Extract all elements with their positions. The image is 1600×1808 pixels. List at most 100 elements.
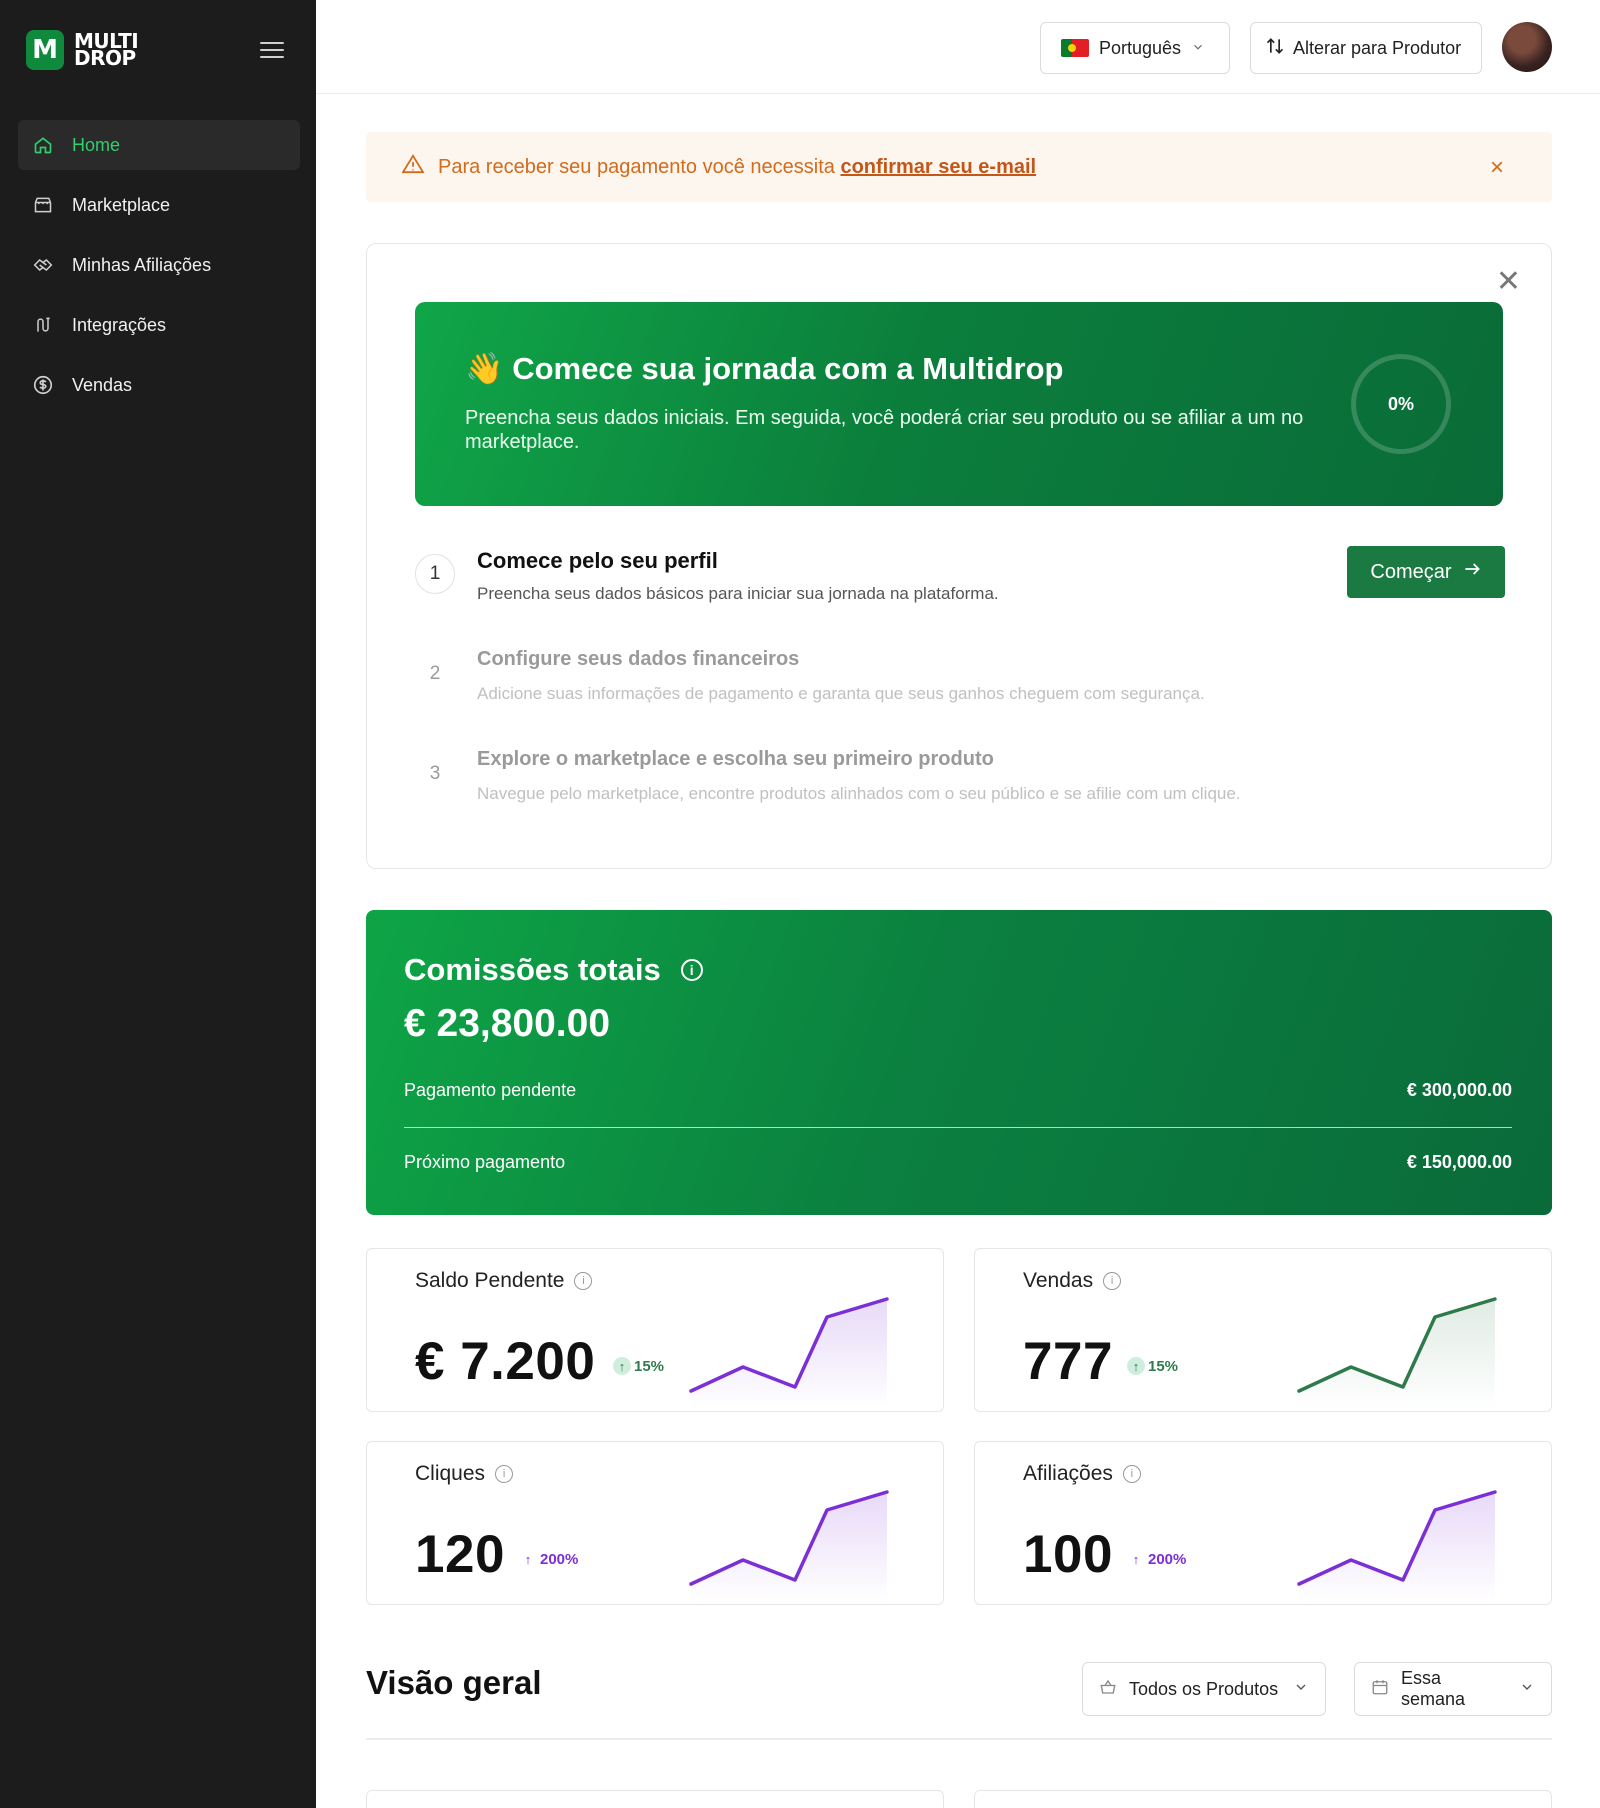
commissions-value: € 23,800.00 (404, 1002, 611, 1045)
close-icon[interactable]: ✕ (1496, 264, 1521, 299)
sidebar-item-label: Marketplace (72, 194, 171, 215)
swap-icon (1265, 36, 1285, 61)
language-label: Português (1099, 37, 1182, 58)
home-icon (32, 134, 54, 156)
step-number: 2 (429, 663, 441, 684)
sidebar-item-marketplace[interactable]: Marketplace (18, 180, 300, 230)
chevron-down-icon (1293, 1679, 1309, 1700)
stat-card-sales: Vendas i 777 ↑ 15% (974, 1248, 1552, 1412)
stat-value: 100 (1023, 1525, 1113, 1584)
confirm-email-link[interactable]: confirmar seu e-mail (840, 156, 1036, 178)
menu-toggle-icon[interactable] (260, 42, 284, 60)
stat-change: ↑ 15% (613, 1357, 664, 1375)
sidebar-item-home[interactable]: Home (18, 120, 300, 170)
plug-icon (32, 314, 54, 336)
portugal-flag-icon (1061, 39, 1089, 57)
step-description: Adicione suas informações de pagamento e… (477, 684, 1205, 703)
stat-change: ↑ 15% (1127, 1357, 1178, 1375)
overview-card-right (974, 1790, 1552, 1808)
info-icon[interactable]: i (680, 959, 703, 981)
start-label: Começar (1370, 560, 1452, 583)
logo-line-2: DROP (74, 46, 136, 70)
progress-value: 0% (1387, 393, 1414, 414)
arrow-up-icon: ↑ (524, 1551, 532, 1567)
sidebar-item-integrations[interactable]: Integrações (18, 300, 300, 350)
products-filter-label: Todos os Produtos (1129, 1678, 1279, 1699)
stat-value: 120 (415, 1525, 505, 1584)
stat-title: Afiliações i (1023, 1462, 1141, 1486)
commissions-card: Comissões totais i € 23,800.00 Pagamento… (366, 910, 1552, 1215)
commissions-title: Comissões totais i (404, 952, 703, 988)
stat-title: Cliques i (415, 1462, 514, 1486)
arrow-up-icon: ↑ (1132, 1551, 1140, 1567)
arrow-up-icon: ↑ (613, 1357, 631, 1375)
sidebar-item-label: Integrações (72, 314, 167, 335)
logo-mark: M (26, 30, 64, 70)
calendar-icon (1371, 1678, 1389, 1701)
topbar: Português Alterar para Produtor (316, 0, 1600, 94)
stat-card-clicks: Cliques i 120 ↑ 200% (366, 1441, 944, 1605)
onboarding-hero: 👋 Comece sua jornada com a Multidrop Pre… (415, 302, 1503, 506)
next-label: Próximo pagamento (404, 1152, 566, 1172)
step-description: Navegue pelo marketplace, encontre produ… (477, 784, 1241, 803)
pending-value: € 300,000.00 (1406, 1080, 1512, 1100)
info-icon[interactable]: i (1103, 1272, 1122, 1290)
stat-change-value: 200% (1148, 1550, 1187, 1568)
alert-text: Para receber seu pagamento você necessit… (438, 156, 1036, 179)
step-title: Explore o marketplace e escolha seu prim… (477, 748, 994, 770)
next-payment-row: Próximo pagamento € 150,000.00 (404, 1152, 1512, 1173)
avatar[interactable] (1502, 22, 1552, 72)
period-filter[interactable]: Essa semana (1354, 1662, 1552, 1716)
stat-change-value: 15% (1148, 1357, 1179, 1375)
info-icon[interactable]: i (1122, 1465, 1141, 1483)
onboarding-card: ✕ 👋 Comece sua jornada com a Multidrop P… (366, 243, 1552, 869)
sparkline (1297, 1490, 1497, 1602)
step-number: 1 (415, 554, 455, 594)
switch-label: Alterar para Produtor (1293, 37, 1462, 58)
handshake-icon (32, 254, 54, 276)
language-select[interactable]: Português (1040, 22, 1230, 74)
stat-value: € 7.200 (415, 1332, 596, 1391)
overview-card-left (366, 1790, 944, 1808)
progress-ring: 0% (1351, 354, 1451, 454)
arrow-right-icon (1462, 559, 1482, 585)
chevron-down-icon (1191, 38, 1205, 59)
stat-change: ↑ 200% (1127, 1550, 1187, 1568)
sidebar-item-label: Home (72, 134, 121, 155)
divider (366, 1738, 1552, 1740)
stat-title-text: Vendas (1023, 1269, 1094, 1292)
stat-title-text: Cliques (415, 1462, 486, 1485)
step-title: Configure seus dados financeiros (477, 648, 800, 670)
switch-to-producer-button[interactable]: Alterar para Produtor (1250, 22, 1482, 74)
logo[interactable]: M MULTI DROP (26, 30, 139, 70)
info-icon[interactable]: i (574, 1272, 593, 1290)
commissions-title-text: Comissões totais (404, 952, 661, 987)
start-button[interactable]: Começar (1347, 546, 1505, 598)
period-filter-label: Essa semana (1401, 1668, 1466, 1709)
step-number: 3 (429, 763, 441, 784)
sidebar-item-affiliations[interactable]: Minhas Afiliações (18, 240, 300, 290)
sidebar-nav: Home Marketplace Minhas Afiliações Integ… (18, 120, 300, 420)
info-icon[interactable]: i (495, 1465, 514, 1483)
products-filter[interactable]: Todos os Produtos (1082, 1662, 1326, 1716)
stat-title: Vendas i (1023, 1269, 1122, 1293)
logo-text: MULTI DROP (74, 31, 139, 70)
stat-title: Saldo Pendente i (415, 1269, 593, 1293)
pending-payment-row: Pagamento pendente € 300,000.00 (404, 1080, 1512, 1101)
store-icon (32, 194, 54, 216)
wave-icon: 👋 (465, 351, 504, 386)
divider (404, 1127, 1512, 1128)
stat-title-text: Afiliações (1023, 1462, 1113, 1485)
stat-change-value: 200% (540, 1550, 579, 1568)
overview-title: Visão geral (366, 1664, 542, 1701)
pending-label: Pagamento pendente (404, 1080, 577, 1100)
next-value: € 150,000.00 (1406, 1152, 1512, 1172)
email-confirm-alert: Para receber seu pagamento você necessit… (366, 132, 1552, 202)
onboarding-title-text: Comece sua jornada com a Multidrop (512, 351, 1064, 386)
basket-icon (1099, 1678, 1117, 1701)
sidebar-item-sales[interactable]: Vendas (18, 360, 300, 410)
close-icon[interactable]: × (1490, 154, 1504, 182)
alert-message: Para receber seu pagamento você necessit… (438, 155, 835, 178)
onboarding-title: 👋 Comece sua jornada com a Multidrop (465, 350, 1063, 387)
sidebar-item-label: Minhas Afiliações (72, 254, 212, 275)
